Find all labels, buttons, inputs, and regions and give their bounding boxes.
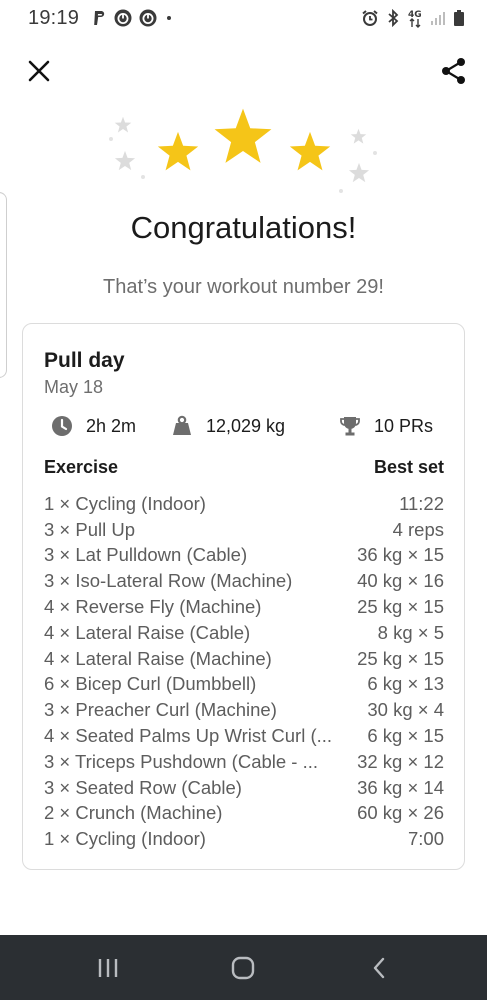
workout-stats: 2h 2m 12,029 kg 10 PRs (44, 412, 454, 440)
sparkle-dot-icon (339, 189, 343, 193)
workout-date: May 18 (44, 377, 104, 397)
exercise-row: 3 × Triceps Pushdown (Cable - ... 32 kg ×… (44, 749, 444, 775)
exercise-best-set: 11:22 (399, 492, 444, 514)
exercise-best-set: 6 kg × 15 (367, 725, 444, 747)
weight-icon (168, 412, 196, 440)
exercise-name: 6 × Bicep Curl (Dumbbell) (44, 673, 257, 695)
exercise-row: 2 × Crunch (Machine) 60 kg × 26 (44, 801, 444, 827)
back-icon (373, 957, 385, 978)
exercise-best-set: 6 kg × 13 (367, 673, 444, 695)
exercise-table-header: Exercise Best set (44, 457, 444, 478)
sparkle-star-icon (114, 150, 136, 171)
volume-value: 12,029 kg (206, 415, 286, 436)
exercise-name: 4 × Seated Palms Up Wrist Curl (... (44, 725, 333, 747)
exercise-best-set: 60 kg × 26 (357, 802, 444, 824)
duration-stat: 2h 2m (48, 412, 136, 440)
exercise-list: 1 × Cycling (Indoor) 11:22 3 × Pull Up 4 r… (44, 491, 444, 852)
workout-name: Pull day (44, 349, 125, 372)
exercise-best-set: 25 kg × 15 (357, 596, 444, 618)
workout-summary-card: Pull day May 18 2h 2m 12,029 kg 10 PRs E… (22, 323, 465, 870)
sparkle-dot-icon (141, 175, 145, 179)
exercise-best-set: 25 kg × 15 (357, 647, 444, 669)
exercise-name: 4 × Lateral Raise (Machine) (44, 647, 272, 669)
exercise-name: 3 × Seated Row (Cable) (44, 776, 242, 798)
exercise-name: 3 × Pull Up (44, 518, 136, 540)
duration-value: 2h 2m (86, 415, 137, 436)
clock-icon (48, 412, 76, 440)
network-4g-icon: 4G (407, 8, 423, 28)
home-button[interactable] (213, 935, 273, 1000)
close-button[interactable] (24, 56, 54, 86)
alarm-app-icon (114, 9, 132, 27)
sparkle-star-icon (114, 116, 132, 133)
exercise-row: 4 × Seated Palms Up Wrist Curl (... 6 kg … (44, 723, 444, 749)
prs-stat: 10 PRs (336, 412, 433, 440)
bluetooth-icon (386, 9, 400, 27)
congratulations-title: Congratulations! (130, 210, 357, 245)
exercise-column-header: Exercise (44, 457, 119, 477)
close-icon (28, 60, 50, 82)
volume-stat: 12,029 kg (168, 412, 285, 440)
recent-apps-icon (98, 958, 118, 977)
exercise-name: 3 × Preacher Curl (Machine) (44, 699, 277, 721)
exercise-row: 1 × Cycling (Indoor) 11:22 (44, 491, 444, 517)
status-notification-icons (93, 9, 174, 27)
battery-icon (453, 9, 465, 27)
exercise-row: 3 × Preacher Curl (Machine) 30 kg × 4 (44, 697, 444, 723)
exercise-name: 2 × Crunch (Machine) (44, 802, 223, 824)
exercise-best-set: 32 kg × 12 (357, 750, 444, 772)
exercise-best-set: 30 kg × 4 (367, 699, 444, 721)
alarm-app-icon (139, 9, 157, 27)
exercise-name: 3 × Triceps Pushdown (Cable - ... (44, 750, 319, 772)
exercise-best-set: 7:00 (407, 828, 444, 850)
paypal-icon (93, 10, 107, 26)
best-set-column-header: Best set (373, 457, 444, 477)
exercise-name: 1 × Cycling (Indoor) (44, 828, 206, 850)
prs-value: 10 PRs (374, 415, 434, 436)
gold-star-icon (214, 108, 272, 163)
signal-icon (430, 10, 446, 26)
exercise-best-set: 36 kg × 14 (357, 776, 444, 798)
exercise-row: 1 × Cycling (Indoor) 7:00 (44, 826, 444, 852)
status-system-icons: 4G (361, 8, 465, 28)
exercise-row: 6 × Bicep Curl (Dumbbell) 6 kg × 13 (44, 672, 444, 698)
exercise-name: 4 × Reverse Fly (Machine) (44, 596, 262, 618)
exercise-best-set: 4 reps (392, 518, 444, 540)
gold-star-icon (289, 131, 331, 171)
exercise-best-set: 40 kg × 16 (357, 570, 444, 592)
trophy-icon (336, 412, 364, 440)
exercise-name: 3 × Iso-Lateral Row (Machine) (44, 570, 293, 592)
svg-text:4G: 4G (408, 10, 422, 20)
exercise-row: 3 × Seated Row (Cable) 36 kg × 14 (44, 775, 444, 801)
workout-number-subtitle: That’s your workout number 29! (103, 276, 384, 298)
status-time: 19:19 (28, 6, 80, 29)
share-button[interactable] (438, 55, 470, 87)
status-bar: 19:19 4G (0, 0, 487, 36)
sparkle-dot-icon (109, 137, 113, 141)
exercise-name: 1 × Cycling (Indoor) (44, 492, 206, 514)
exercise-row: 4 × Reverse Fly (Machine) 25 kg × 15 (44, 594, 444, 620)
exercise-row: 3 × Pull Up 4 reps (44, 517, 444, 543)
exercise-row: 4 × Lateral Raise (Cable) 8 kg × 5 (44, 620, 444, 646)
alarm-clock-icon (361, 9, 379, 27)
sparkle-star-icon (348, 162, 370, 183)
exercise-name: 4 × Lateral Raise (Cable) (44, 621, 251, 643)
recent-apps-button[interactable] (78, 935, 138, 1000)
exercise-row: 4 × Lateral Raise (Machine) 25 kg × 15 (44, 646, 444, 672)
sparkle-star-icon (350, 128, 367, 144)
exercise-row: 3 × Iso-Lateral Row (Machine) 40 kg × 16 (44, 568, 444, 594)
gold-star-icon (157, 131, 199, 171)
exercise-best-set: 8 kg × 5 (377, 621, 444, 643)
home-icon (231, 956, 255, 979)
share-icon (442, 58, 465, 84)
navigation-bar (0, 935, 487, 1000)
celebration-stars (100, 100, 390, 200)
exercise-name: 3 × Lat Pulldown (Cable) (44, 544, 248, 566)
back-button[interactable] (349, 935, 409, 1000)
sparkle-dot-icon (373, 151, 377, 155)
exercise-best-set: 36 kg × 15 (357, 544, 444, 566)
exercise-row: 3 × Lat Pulldown (Cable) 36 kg × 15 (44, 543, 444, 569)
notification-dot-icon (164, 13, 174, 23)
